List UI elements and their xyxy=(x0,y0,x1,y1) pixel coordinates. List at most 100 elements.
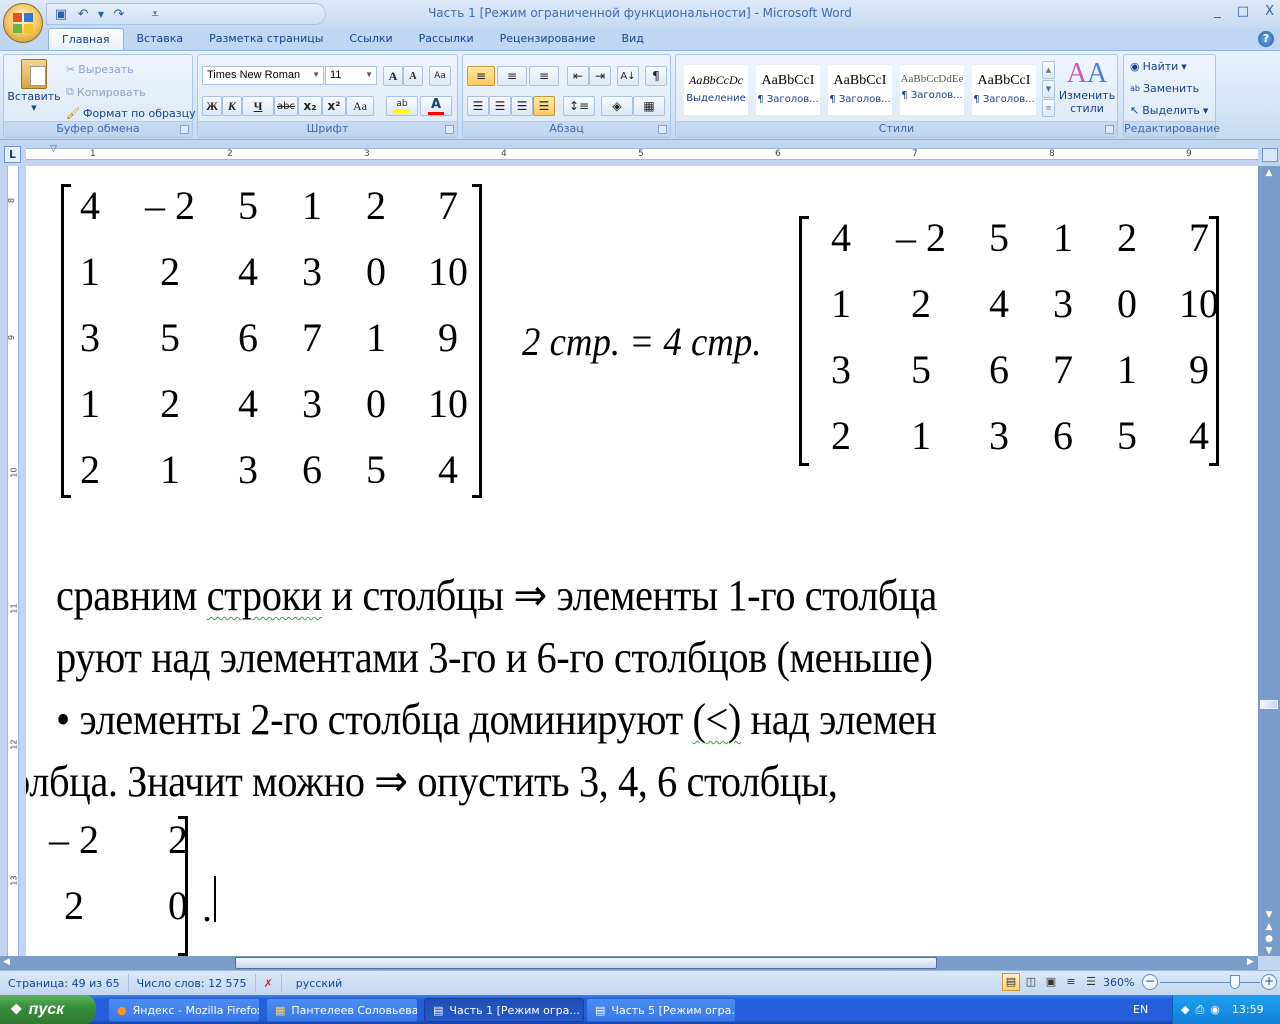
scroll-down-icon[interactable]: ▼ xyxy=(1262,910,1276,922)
zoom-slider[interactable] xyxy=(1160,982,1260,983)
tab-mailings[interactable]: Рассылки xyxy=(406,28,487,50)
change-case-button[interactable]: Aa xyxy=(346,96,374,116)
font-launcher-icon[interactable] xyxy=(445,125,454,134)
style-item[interactable]: AaBbCcDdEe ¶ Заголов... xyxy=(900,65,964,115)
vertical-scroll-thumb[interactable] xyxy=(1260,700,1278,709)
styles-scroll-down-icon[interactable]: ▼ xyxy=(1042,80,1055,98)
horizontal-scroll-thumb[interactable] xyxy=(235,957,937,969)
numbering-button[interactable]: ≡ xyxy=(497,66,527,86)
grow-font-button[interactable]: A xyxy=(383,66,403,86)
input-language[interactable]: EN xyxy=(1133,1003,1148,1016)
zoom-level[interactable]: 360% xyxy=(1103,976,1134,989)
tab-home[interactable]: Главная xyxy=(48,28,124,50)
volume-icon[interactable]: ◉ xyxy=(1210,1003,1220,1016)
select-button[interactable]: ↖ Выделить ▼ xyxy=(1130,104,1208,117)
font-size-combo[interactable]: 11 ▼ xyxy=(325,66,377,85)
italic-button[interactable]: К xyxy=(222,96,242,116)
paste-button[interactable]: Вставить ▼ xyxy=(7,59,61,112)
line-spacing-button[interactable]: ↕≡ xyxy=(563,96,595,116)
borders-button[interactable]: ▦ xyxy=(633,96,665,116)
tab-selector[interactable]: L xyxy=(4,146,21,163)
minimize-button[interactable]: _ xyxy=(1214,4,1221,19)
help-icon[interactable]: ? xyxy=(1258,31,1274,47)
next-page-icon[interactable]: ▼ xyxy=(1262,946,1276,958)
format-painter-button[interactable]: 🖌 Формат по образцу xyxy=(66,107,196,120)
tab-review[interactable]: Рецензирование xyxy=(487,28,609,50)
office-button[interactable] xyxy=(3,3,43,43)
multilevel-list-button[interactable]: ≡ xyxy=(529,66,559,86)
document-page[interactable]: 4– 2 5 1 2 7 1 2 4 3 0 10 3 5 6 7 1 9 1 2 4 3 0 10 2 1 3 6 5 4 2 стр… xyxy=(26,166,1258,956)
paint-bucket-icon: ◈ xyxy=(612,99,622,113)
tab-insert[interactable]: Вставка xyxy=(124,28,197,50)
horizontal-ruler[interactable]: 1 2 3 4 5 6 7 8 9 ▽ xyxy=(26,144,1258,160)
cut-button[interactable]: ✂ Вырезать xyxy=(66,63,134,76)
clipboard-launcher-icon[interactable] xyxy=(180,125,189,134)
bold-button[interactable]: Ж xyxy=(202,96,222,116)
paragraph-launcher-icon[interactable] xyxy=(658,125,667,134)
full-screen-reading-icon[interactable]: ◫ xyxy=(1022,973,1040,991)
zoom-out-icon[interactable]: − xyxy=(1142,974,1158,990)
style-item[interactable]: AaBbCcI ¶ Заголов... xyxy=(828,65,892,115)
highlight-button[interactable]: ab xyxy=(386,96,418,116)
scroll-up-icon[interactable]: ▲ xyxy=(1262,168,1276,180)
scroll-right-icon[interactable]: ▶ xyxy=(1247,957,1254,967)
styles-launcher-icon[interactable] xyxy=(1105,125,1114,134)
network-icon[interactable]: ◆ xyxy=(1181,1003,1189,1016)
find-button[interactable]: ◉ Найти ▼ xyxy=(1130,60,1187,73)
style-item[interactable]: AaBbCcI ¶ Заголов... xyxy=(972,65,1036,115)
tab-page-layout[interactable]: Разметка страницы xyxy=(196,28,336,50)
underline-button[interactable]: Ч xyxy=(242,96,274,116)
superscript-button[interactable]: x² xyxy=(322,96,346,116)
start-button[interactable]: ❖ пуск xyxy=(0,995,96,1024)
shrink-font-button[interactable]: A xyxy=(403,66,423,86)
font-name-combo[interactable]: Times New Roman ▼ xyxy=(202,66,324,85)
font-color-button[interactable]: A xyxy=(420,96,452,116)
change-styles-button[interactable]: AA Изменить стили xyxy=(1059,59,1115,116)
taskbar-item[interactable]: ▦ Пантелеев Соловьева xyxy=(266,998,418,1022)
strikethrough-button[interactable]: abc xyxy=(274,96,298,116)
zoom-in-icon[interactable]: + xyxy=(1261,974,1277,990)
proofing-status[interactable]: ✗ xyxy=(256,974,282,992)
bullets-button[interactable]: ≡ xyxy=(467,66,495,86)
tab-references[interactable]: Ссылки xyxy=(336,28,405,50)
align-left-button[interactable]: ☰ xyxy=(467,96,489,116)
replace-button[interactable]: ab Заменить xyxy=(1130,82,1199,95)
align-center-button[interactable]: ☰ xyxy=(489,96,511,116)
maximize-button[interactable]: □ xyxy=(1237,4,1249,19)
styles-scroll-up-icon[interactable]: ▲ xyxy=(1042,61,1055,79)
page-count[interactable]: Страница: 49 из 65 xyxy=(0,974,129,992)
previous-page-icon[interactable]: ▲ xyxy=(1262,922,1276,934)
web-layout-icon[interactable]: ▣ xyxy=(1042,973,1060,991)
tab-view[interactable]: Вид xyxy=(609,28,657,50)
scroll-left-icon[interactable]: ◀ xyxy=(3,957,10,967)
vertical-scrollbar[interactable] xyxy=(1258,166,1280,956)
increase-indent-button[interactable]: ⇥ xyxy=(589,66,611,86)
first-line-indent-icon[interactable]: ▽ xyxy=(50,144,57,154)
language-indicator[interactable]: русский xyxy=(282,974,351,992)
subscript-button[interactable]: x₂ xyxy=(298,96,322,116)
styles-more-icon[interactable]: ≡ xyxy=(1042,99,1055,117)
view-ruler-icon[interactable] xyxy=(1262,148,1278,162)
vertical-ruler[interactable]: 8 9 10 11 12 13 xyxy=(7,166,19,956)
taskbar-item[interactable]: ● Яндекс - Mozilla Firefox xyxy=(108,998,260,1022)
clear-formatting-button[interactable]: Aa xyxy=(429,66,451,86)
printer-icon[interactable]: ⎙ xyxy=(1195,1003,1204,1017)
word-count[interactable]: Число слов: 12 575 xyxy=(129,974,256,992)
close-button[interactable]: X xyxy=(1265,4,1274,19)
style-item[interactable]: AaBbCcI ¶ Заголов... xyxy=(756,65,820,115)
shading-button[interactable]: ◈ xyxy=(601,96,633,116)
decrease-indent-button[interactable]: ⇤ xyxy=(567,66,589,86)
align-right-button[interactable]: ☰ xyxy=(511,96,533,116)
taskbar-item-active[interactable]: ▤ Часть 1 [Режим огра... xyxy=(424,998,584,1022)
copy-button[interactable]: ⧉ Копировать xyxy=(66,85,146,99)
sort-button[interactable]: A↓ xyxy=(617,66,639,86)
outline-icon[interactable]: ≡ xyxy=(1062,973,1080,991)
draft-icon[interactable]: ☰ xyxy=(1082,973,1100,991)
show-marks-button[interactable]: ¶ xyxy=(645,66,667,86)
justify-button[interactable]: ☰ xyxy=(533,96,555,116)
style-item[interactable]: AaBbCcDc Выделение xyxy=(684,65,748,115)
zoom-slider-thumb[interactable] xyxy=(1230,975,1240,989)
taskbar-item[interactable]: ▤ Часть 5 [Режим огра... xyxy=(586,998,736,1022)
print-layout-icon[interactable]: ▤ xyxy=(1002,973,1020,991)
browse-object-icon[interactable]: ● xyxy=(1262,934,1276,946)
